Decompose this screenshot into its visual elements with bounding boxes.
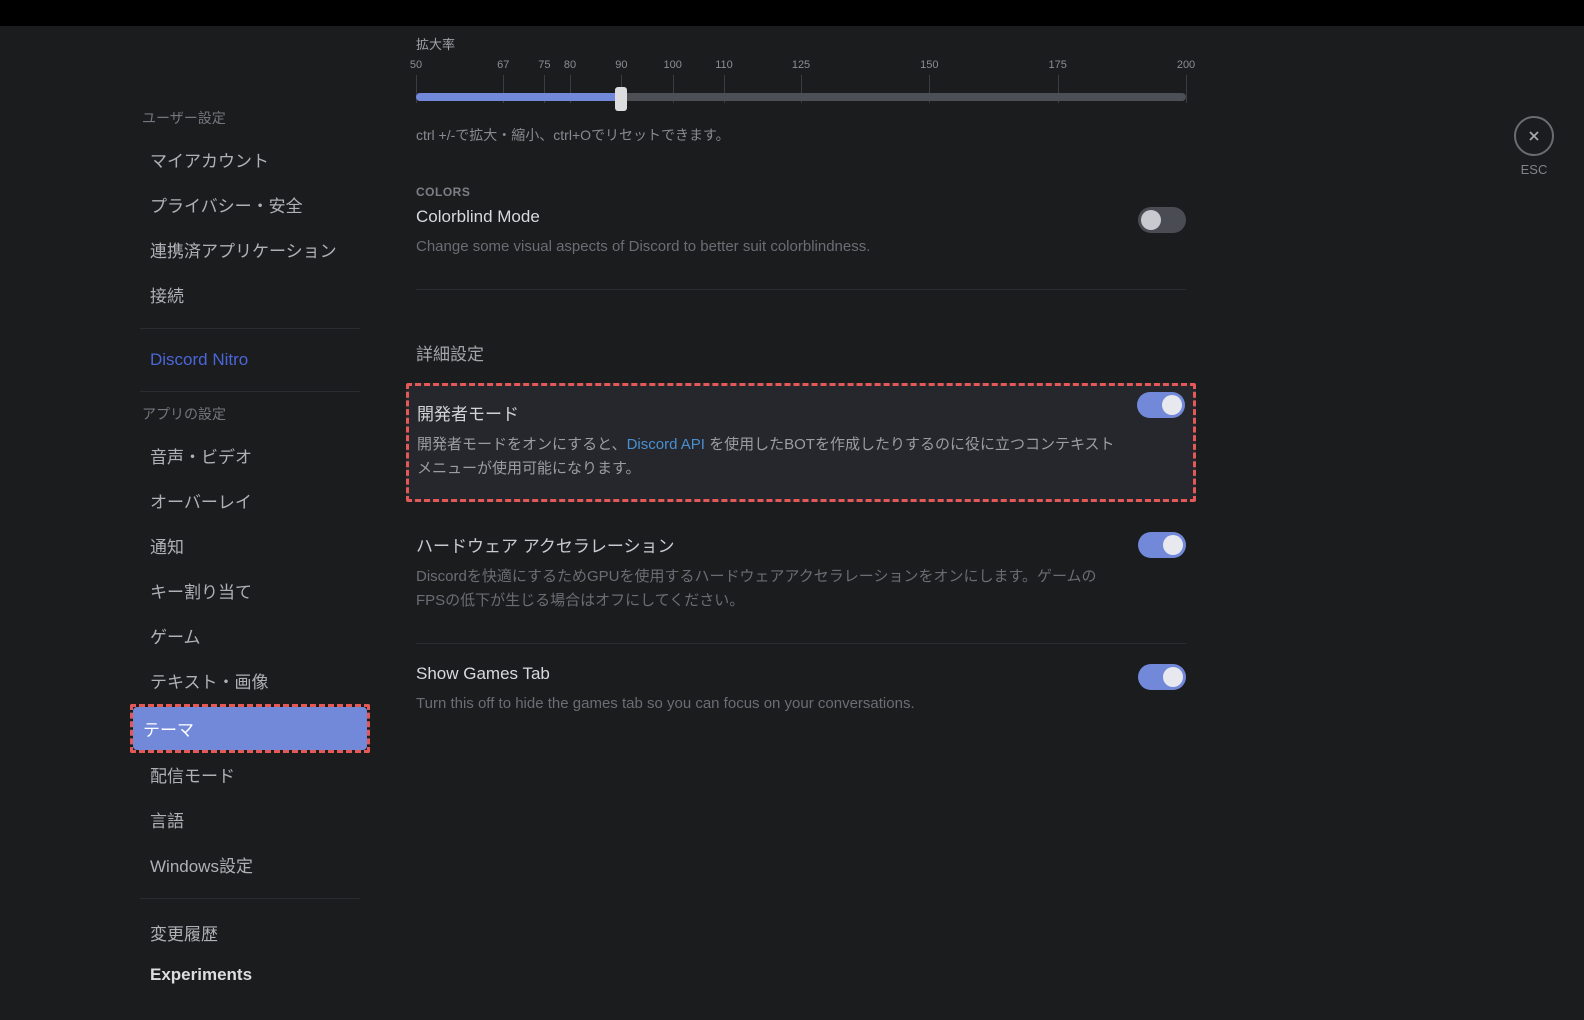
settings-content: ESC 拡大率 5067758090100110125150175200 ctr… <box>416 26 1584 1020</box>
sidebar-item-nitro[interactable]: Discord Nitro <box>140 341 360 379</box>
section-header-app: アプリの設定 <box>140 404 360 424</box>
tick-label: 80 <box>564 59 576 71</box>
sidebar-item-theme[interactable]: テーマ <box>133 707 367 750</box>
games-toggle[interactable] <box>1138 664 1186 690</box>
tick-label: 75 <box>538 59 550 71</box>
hw-desc: Discordを快適にするためGPUを使用するハードウェアアクセラレーションをオ… <box>416 565 1116 613</box>
colors-header: COLORS <box>416 185 1186 199</box>
slider-fill <box>416 93 621 101</box>
hw-toggle[interactable] <box>1138 532 1186 558</box>
tick-label: 100 <box>663 59 681 71</box>
highlight-theme-item: テーマ <box>130 704 370 753</box>
divider <box>140 328 360 329</box>
tick-label: 150 <box>920 59 938 71</box>
section-header-user: ユーザー設定 <box>140 108 360 128</box>
devmode-title: 開発者モード <box>417 400 1185 425</box>
sidebar-item[interactable]: 言語 <box>140 798 360 841</box>
close-settings[interactable]: ESC <box>1514 116 1554 177</box>
sidebar-item[interactable]: 接続 <box>140 273 360 316</box>
tick-label: 90 <box>615 59 627 71</box>
discord-api-link[interactable]: Discord API <box>627 436 705 453</box>
slider-thumb[interactable] <box>615 87 627 111</box>
setting-colorblind: Colorblind Mode Change some visual aspec… <box>416 207 1186 290</box>
games-title: Show Games Tab <box>416 664 1186 684</box>
setting-hw-accel: ハードウェア アクセラレーション Discordを快適にするためGPUを使用する… <box>416 532 1186 644</box>
divider <box>140 898 360 899</box>
tick-label: 110 <box>715 59 733 71</box>
sidebar-item[interactable]: オーバーレイ <box>140 479 360 522</box>
colorblind-desc: Change some visual aspects of Discord to… <box>416 235 1116 259</box>
tick-label: 175 <box>1048 59 1066 71</box>
devmode-toggle[interactable] <box>1137 392 1185 418</box>
advanced-header: 詳細設定 <box>416 340 1186 365</box>
sidebar-item[interactable]: プライバシー・安全 <box>140 183 360 226</box>
setting-games-tab: Show Games Tab Turn this off to hide the… <box>416 664 1186 746</box>
sidebar-item[interactable]: テキスト・画像 <box>140 659 360 702</box>
tick-label: 67 <box>497 59 509 71</box>
sidebar-item-changelog[interactable]: 変更履歴 <box>140 911 360 954</box>
games-desc: Turn this off to hide the games tab so y… <box>416 692 1116 716</box>
sidebar-item[interactable]: マイアカウント <box>140 138 360 181</box>
devmode-desc-pre: 開発者モードをオンにすると、 <box>417 436 627 453</box>
sidebar-item-experiments[interactable]: Experiments <box>140 956 360 994</box>
zoom-label: 拡大率 <box>416 34 1186 53</box>
colorblind-title: Colorblind Mode <box>416 207 1186 227</box>
sidebar-item[interactable]: 配信モード <box>140 753 360 796</box>
tick-label: 125 <box>792 59 810 71</box>
sidebar-item[interactable]: 音声・ビデオ <box>140 434 360 477</box>
esc-label: ESC <box>1514 162 1554 177</box>
tick-label: 50 <box>410 59 422 71</box>
sidebar-item[interactable]: 連携済アプリケーション <box>140 228 360 271</box>
tick-label: 200 <box>1177 59 1195 71</box>
highlight-developer-mode: 開発者モード 開発者モードをオンにすると、Discord API を使用したBO… <box>406 383 1196 502</box>
settings-sidebar: ユーザー設定 マイアカウントプライバシー・安全連携済アプリケーション接続 Dis… <box>0 26 416 1020</box>
sidebar-item[interactable]: ゲーム <box>140 614 360 657</box>
titlebar <box>0 0 1584 26</box>
hw-title: ハードウェア アクセラレーション <box>416 532 1186 557</box>
sidebar-item[interactable]: 通知 <box>140 524 360 567</box>
close-icon[interactable] <box>1514 116 1554 156</box>
zoom-slider[interactable]: 5067758090100110125150175200 <box>416 59 1186 115</box>
colorblind-toggle[interactable] <box>1138 207 1186 233</box>
divider <box>140 391 360 392</box>
devmode-desc: 開発者モードをオンにすると、Discord API を使用したBOTを作成したり… <box>417 433 1117 481</box>
zoom-hint: ctrl +/-で拡大・縮小、ctrl+Oでリセットできます。 <box>416 125 1186 145</box>
sidebar-item[interactable]: Windows設定 <box>140 843 360 886</box>
sidebar-item[interactable]: キー割り当て <box>140 569 360 612</box>
